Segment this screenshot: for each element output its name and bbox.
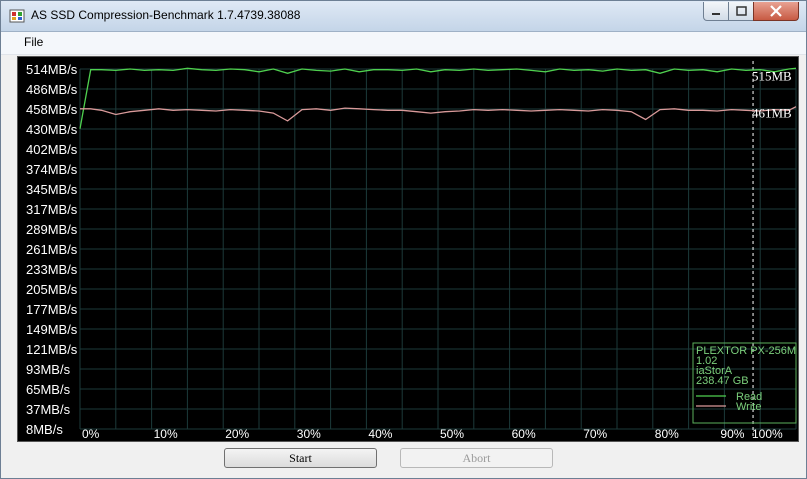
x-tick-label: 80% <box>655 427 679 441</box>
x-tick-label: 10% <box>154 427 178 441</box>
x-tick-label: 100% <box>752 427 783 441</box>
abort-button[interactable]: Abort <box>400 448 553 468</box>
y-tick-label: 374MB/s <box>26 162 78 177</box>
window-title: AS SSD Compression-Benchmark 1.7.4739.38… <box>31 8 301 22</box>
title-bar[interactable]: AS SSD Compression-Benchmark 1.7.4739.38… <box>1 1 806 32</box>
x-tick-label: 70% <box>583 427 607 441</box>
x-tick-label: 40% <box>368 427 392 441</box>
close-icon <box>770 5 782 17</box>
y-tick-label: 261MB/s <box>26 242 78 257</box>
app-window: AS SSD Compression-Benchmark 1.7.4739.38… <box>0 0 807 479</box>
chart-canvas: 514MB/s 486MB/s 458MB/s 430MB/s 402MB/s 374MB… <box>26 61 797 441</box>
x-tick-label: 30% <box>297 427 321 441</box>
minimize-icon <box>712 13 720 15</box>
x-tick-label: 0% <box>82 427 100 441</box>
y-tick-label: 233MB/s <box>26 262 78 277</box>
x-tick-label: 20% <box>225 427 249 441</box>
menu-bar: File <box>1 32 806 55</box>
y-tick-label: 93MB/s <box>26 362 71 377</box>
y-tick-label: 149MB/s <box>26 322 78 337</box>
y-tick-label: 205MB/s <box>26 282 78 297</box>
y-tick-label: 37MB/s <box>26 402 71 417</box>
y-tick-label: 317MB/s <box>26 202 78 217</box>
legend-write-label: Write <box>736 401 761 413</box>
y-tick-label: 289MB/s <box>26 222 78 237</box>
maximize-icon <box>736 6 747 16</box>
start-button[interactable]: Start <box>224 448 377 468</box>
y-tick-label: 65MB/s <box>26 382 71 397</box>
y-tick-label: 8MB/s <box>26 422 63 437</box>
maximize-button[interactable] <box>728 2 754 21</box>
app-icon <box>9 9 25 23</box>
y-tick-label: 458MB/s <box>26 102 78 117</box>
x-tick-label: 60% <box>512 427 536 441</box>
x-tick-label: 90% <box>720 427 744 441</box>
read-end-label: 515MB <box>752 68 792 83</box>
y-tick-label: 430MB/s <box>26 122 78 137</box>
close-button[interactable] <box>753 2 799 21</box>
y-tick-label: 177MB/s <box>26 302 78 317</box>
y-tick-label: 345MB/s <box>26 182 78 197</box>
y-tick-label: 514MB/s <box>26 62 78 77</box>
menu-item-file[interactable]: File <box>24 35 43 49</box>
write-end-label: 461MB <box>752 106 792 121</box>
x-tick-label: 50% <box>440 427 464 441</box>
y-tick-label: 402MB/s <box>26 142 78 157</box>
y-tick-label: 121MB/s <box>26 342 78 357</box>
drive-capacity-label: 238.47 GB <box>696 375 749 387</box>
benchmark-chart: 514MB/s 486MB/s 458MB/s 430MB/s 402MB/s 374MB… <box>17 56 799 442</box>
minimize-button[interactable] <box>703 2 729 21</box>
y-tick-label: 486MB/s <box>26 82 78 97</box>
